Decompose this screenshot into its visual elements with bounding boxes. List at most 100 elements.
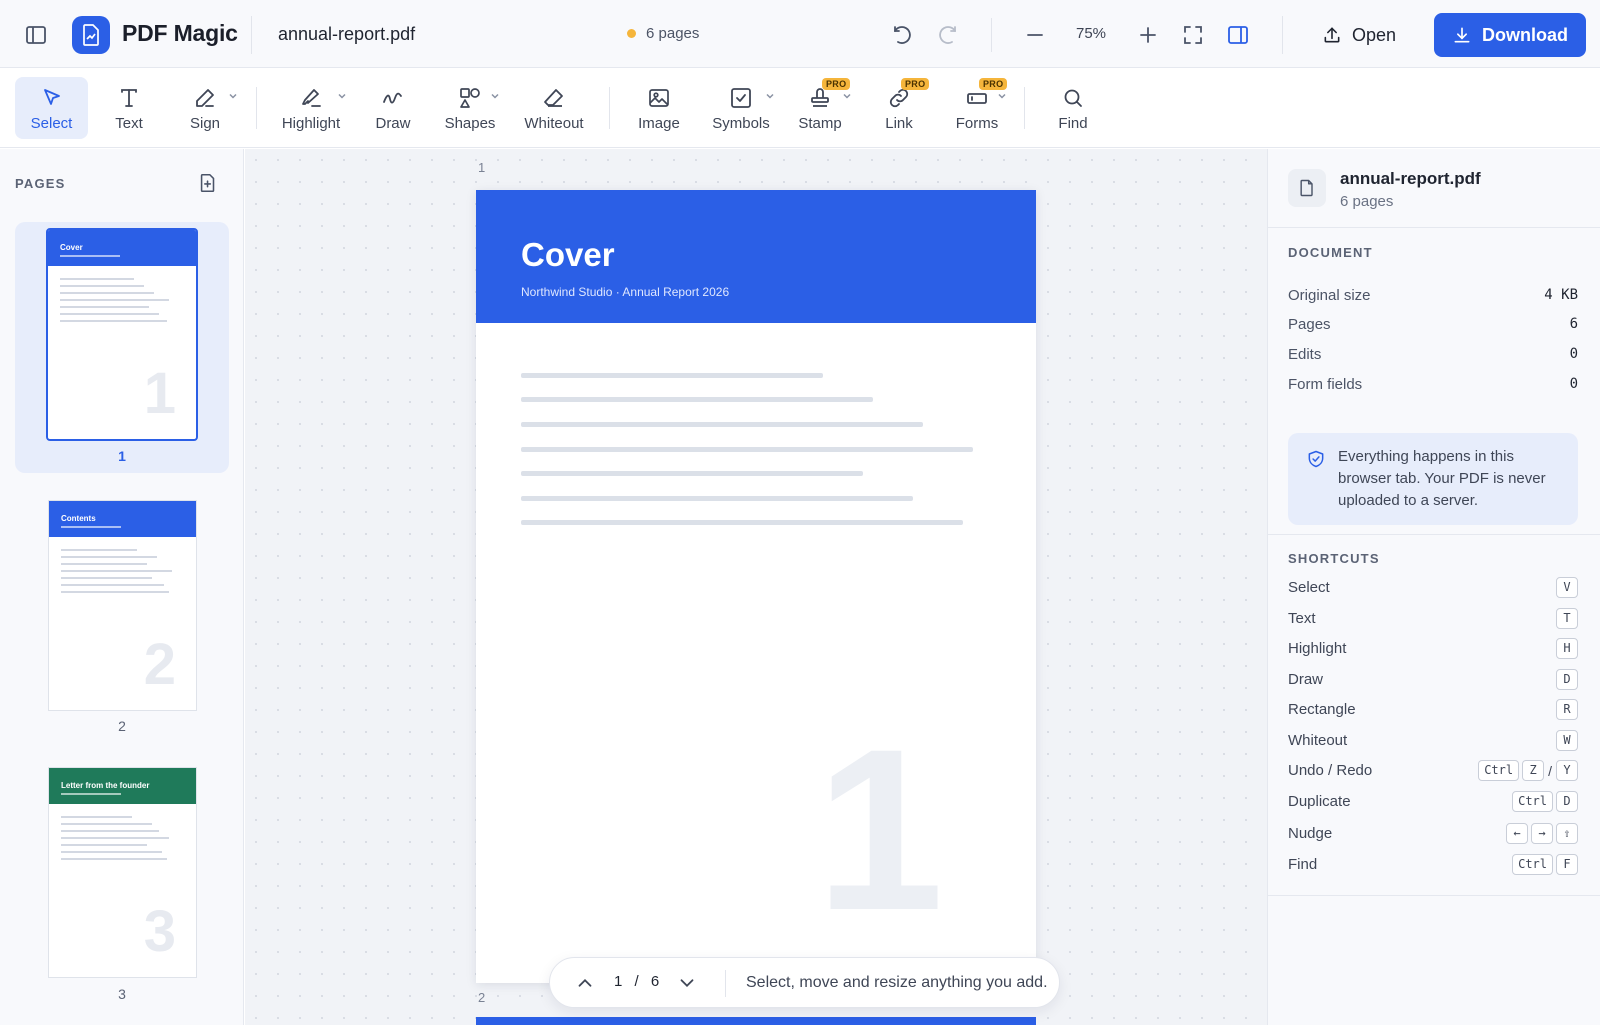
info-row-edits: Edits 0 [1288,346,1578,368]
download-button[interactable]: Download [1434,13,1586,57]
pro-badge: PRO [901,78,930,90]
shortcuts-heading: SHORTCUTS [1288,551,1380,566]
key-cap: Ctrl [1512,791,1553,812]
form-icon: PRO [965,78,1008,110]
tool-forms[interactable]: PRO Forms [947,77,1008,139]
shortcut-row: Undo / Redo Ctrl Z / Y [1288,760,1578,784]
tool-label: Find [1058,115,1088,132]
divider [251,16,252,54]
thumbnail-page-number: 3 [143,899,176,964]
key-cap: H [1556,638,1578,659]
thumbnail-text-lines [48,266,196,322]
chevron-down-icon[interactable] [676,972,698,994]
tool-label: Image [638,115,680,132]
thumbnail-text-lines [49,804,196,860]
shortcut-row: Highlight H [1288,638,1578,662]
thumbnail-title: Letter from the founder [61,781,150,790]
redo-icon[interactable] [936,23,960,47]
privacy-note: Everything happens in this browser tab. … [1288,433,1578,525]
thumbnail-page-number: 2 [143,632,176,697]
doc-pages: 6 pages [1340,193,1394,210]
document-canvas[interactable]: 1 Cover Northwind Studio · Annual Report… [245,149,1267,1025]
info-key: Edits [1288,346,1322,363]
info-row-original-size: Original size 4 KB [1288,287,1578,309]
info-value: 4 KB [1544,287,1578,303]
key-cap: ← [1506,823,1528,844]
pdf-page-2[interactable] [476,1017,1036,1025]
chevron-up-icon[interactable] [574,972,596,994]
shortcut-label: Text [1288,610,1316,627]
info-key: Form fields [1288,376,1363,393]
shortcut-row: Text T [1288,608,1578,632]
chevron-down-icon[interactable] [228,91,238,101]
upload-icon [1324,27,1340,43]
chevron-down-icon[interactable] [490,91,500,101]
chevron-down-icon[interactable] [842,91,852,101]
tool-link[interactable]: PRO Link [870,77,930,139]
tool-label: Link [885,115,913,132]
key-cap: Ctrl [1478,760,1520,781]
page-header-band: Cover Northwind Studio · Annual Report 2… [476,190,1036,323]
page-counter[interactable]: 1 / 6 [614,973,660,990]
divider [725,970,726,997]
key-cap: T [1556,608,1578,629]
zoom-in-icon[interactable] [1136,23,1160,47]
key-cap: D [1556,791,1578,812]
tool-stamp[interactable]: PRO Stamp [790,77,851,139]
open-button[interactable]: Open [1322,20,1396,50]
thumbnail-header: Cover [48,230,196,266]
divider [256,87,257,129]
tool-sign[interactable]: Sign [176,77,234,139]
undo-icon[interactable] [890,23,914,47]
page-count-status: 6 pages [627,25,699,42]
page-navigator: 1 / 6 Select, move and resize anything y… [549,957,1060,1008]
zoom-out-icon[interactable] [1023,23,1047,47]
shortcut-row: Whiteout W [1288,730,1578,754]
link-icon: PRO [887,78,930,110]
key-cap: D [1556,669,1578,690]
tool-label: Symbols [712,115,770,132]
tool-symbols[interactable]: Symbols [709,77,773,139]
chevron-down-icon[interactable] [337,91,347,101]
thumbnail-subtitle-line [61,526,121,528]
page-thumbnail-3[interactable]: Letter from the founder 3 [48,767,197,978]
eraser-icon [542,86,566,110]
chevron-down-icon[interactable] [997,91,1007,101]
page-count-label: 6 pages [646,25,700,42]
page-index-label: 1 [478,160,486,175]
tool-label: Stamp [798,115,842,132]
top-bar: PDF Magic annual-report.pdf 6 pages 75% … [0,0,1600,68]
key-cap: R [1556,699,1578,720]
tool-label: Forms [955,115,999,132]
tool-draw[interactable]: Draw [364,77,422,139]
divider [1268,227,1600,228]
thumbnail-page-number: 1 [143,361,176,426]
panel-toggle-icon[interactable] [1226,23,1250,47]
shortcut-label: Duplicate [1288,793,1351,810]
tool-whiteout[interactable]: Whiteout [516,77,592,139]
sidebar-toggle-icon[interactable] [24,23,48,47]
add-page-icon[interactable] [197,172,219,194]
key-cap: W [1556,730,1578,751]
pages-heading: PAGES [15,176,66,191]
tool-label: Whiteout [524,115,584,132]
tool-image[interactable]: Image [630,77,688,139]
page-thumbnail-2[interactable]: Contents 2 [48,500,197,711]
zoom-level[interactable]: 75% [1076,25,1106,42]
key-cap: Z [1522,760,1545,781]
chevron-down-icon[interactable] [765,91,775,101]
page-watermark-number: 1 [816,701,944,958]
tool-select[interactable]: Select [15,77,88,139]
fit-screen-icon[interactable] [1181,23,1205,47]
info-value: 0 [1569,376,1578,392]
tool-text[interactable]: Text [100,77,158,139]
page-thumbnail-1[interactable]: Cover 1 [46,228,198,441]
draw-icon [381,86,405,110]
tool-shapes[interactable]: Shapes [438,77,502,139]
pen-icon [193,86,217,110]
pdf-page-1[interactable]: Cover Northwind Studio · Annual Report 2… [476,190,1036,983]
tool-find[interactable]: Find [1045,77,1101,139]
shapes-icon [458,86,482,110]
shortcut-row: Rectangle R [1288,699,1578,723]
tool-highlight[interactable]: Highlight [276,77,346,139]
